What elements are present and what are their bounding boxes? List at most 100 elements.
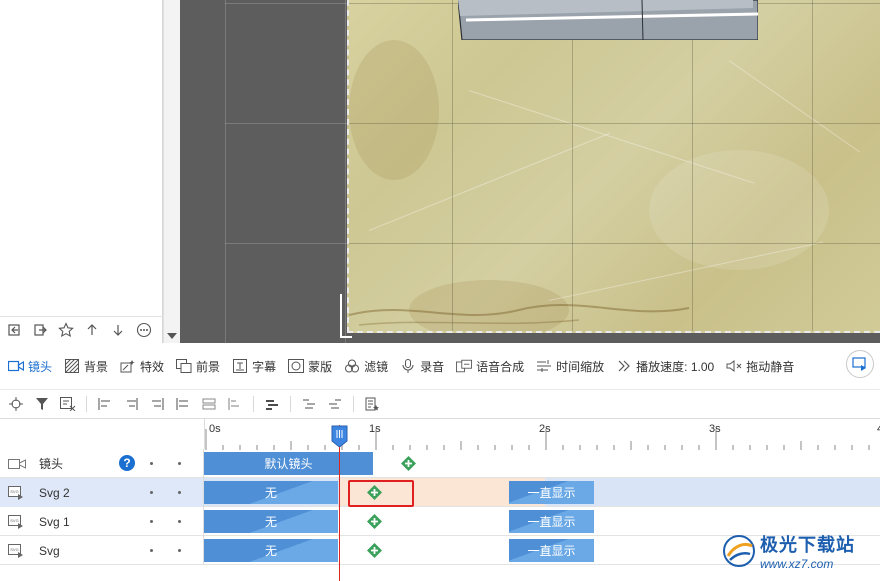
panel-scrollbar[interactable] (163, 0, 180, 343)
star-icon[interactable] (56, 320, 76, 340)
properties-icon[interactable] (362, 394, 382, 414)
lock-dot[interactable] (178, 462, 181, 465)
clip-label: 无 (264, 515, 277, 529)
track-row-camera[interactable]: 镜头 ? 默认镜头 (0, 449, 880, 478)
lock-dot[interactable] (178, 520, 181, 523)
track-header: SVG Svg (0, 536, 204, 565)
always-show-clip[interactable]: 一直显示 (509, 539, 594, 562)
visibility-dot[interactable] (150, 491, 153, 494)
align-start-icon[interactable] (173, 394, 193, 414)
playhead-handle[interactable] (331, 425, 348, 447)
arrow-up-icon[interactable] (82, 320, 102, 340)
tab-camera[interactable]: 镜头 (8, 358, 52, 375)
svg-shape-object[interactable] (458, 0, 758, 40)
default-camera-clip[interactable]: 默认镜头 (204, 452, 373, 475)
tab-foreground[interactable]: 前景 (176, 358, 220, 375)
align-left-icon[interactable] (95, 394, 115, 414)
enter-animation-clip[interactable]: 无 (204, 481, 338, 504)
tab-effects[interactable]: 特效 (120, 358, 164, 375)
add-keyframe-icon[interactable] (367, 543, 382, 558)
track-header: SVG Svg 1 (0, 507, 204, 536)
preview-icon (852, 357, 866, 371)
track-name: Svg 1 (39, 514, 70, 529)
stack-icon[interactable] (262, 394, 282, 414)
toolbar-separator (253, 396, 254, 412)
tab-subtitle[interactable]: 字幕 (232, 358, 276, 375)
import-icon[interactable] (4, 320, 24, 340)
scroll-down-arrow-icon[interactable] (167, 333, 177, 339)
move-up-layer-icon[interactable] (299, 394, 319, 414)
export-icon[interactable] (30, 320, 50, 340)
clip-label: 无 (264, 486, 277, 500)
tab-label: 背景 (84, 359, 109, 374)
tab-background[interactable]: 背景 (64, 358, 108, 375)
move-down-layer-icon[interactable] (325, 394, 345, 414)
align-center-icon[interactable] (121, 394, 141, 414)
add-keyframe-icon[interactable] (367, 514, 382, 529)
visibility-dot[interactable] (150, 549, 153, 552)
svg-text:?: ? (123, 456, 130, 470)
tab-speech-synthesis[interactable]: 语音合成 (456, 358, 524, 375)
watermark-url: www.xz7.com (760, 557, 834, 571)
arrow-down-icon[interactable] (108, 320, 128, 340)
tab-label: 时间缩放 (556, 359, 605, 374)
align-right-icon[interactable] (147, 394, 167, 414)
microphone-icon (400, 359, 416, 373)
tab-record[interactable]: 录音 (400, 358, 444, 375)
grid-line (345, 0, 346, 343)
toolbar-separator (353, 396, 354, 412)
speech-synthesis-icon (456, 359, 473, 373)
track-header: SVG Svg 2 (0, 478, 204, 507)
time-ruler[interactable]: 0s 1s 2s 3s 4 (204, 418, 880, 450)
clip-label: 一直显示 (527, 486, 576, 500)
canvas-area[interactable] (180, 0, 880, 343)
tab-label: 语音合成 (476, 359, 525, 374)
mute-icon (726, 359, 742, 373)
preview-button[interactable] (846, 350, 874, 378)
aurora-logo-icon (723, 535, 755, 567)
tab-label: 镜头 (28, 359, 53, 374)
ruler-ticks (205, 429, 870, 450)
clear-filter-icon[interactable] (58, 394, 78, 414)
clip-label: 无 (264, 544, 277, 558)
tab-mask[interactable]: 蒙版 (288, 358, 332, 375)
tab-label: 拖动静音 (746, 359, 795, 374)
track-row-svg2[interactable]: SVG Svg 2 无 一直显示 (0, 478, 880, 507)
svg-text:SVG: SVG (10, 489, 18, 494)
tab-label: 特效 (140, 359, 165, 374)
lock-dot[interactable] (178, 549, 181, 552)
play-speed-label: 播放速度: 1.00 (636, 359, 715, 374)
play-speed-control[interactable]: 播放速度: 1.00 (616, 358, 714, 375)
paper-stain (349, 40, 439, 180)
panel-toolbar (0, 316, 163, 343)
always-show-clip[interactable]: 一直显示 (509, 481, 594, 504)
effects-icon (120, 359, 136, 373)
always-show-clip[interactable]: 一直显示 (509, 510, 594, 533)
enter-animation-clip[interactable]: 无 (204, 539, 338, 562)
track-header: 镜头 ? (0, 449, 204, 478)
add-keyframe-icon[interactable] (401, 456, 416, 471)
drag-mute-toggle[interactable]: 拖动静音 (726, 358, 794, 375)
distribute-icon[interactable] (199, 394, 219, 414)
tab-filter[interactable]: 滤镜 (344, 358, 388, 375)
paper-stain (649, 150, 829, 270)
visibility-dot[interactable] (150, 520, 153, 523)
timeline-toolbar (0, 389, 880, 418)
more-icon[interactable] (134, 320, 154, 340)
camera-icon (8, 359, 24, 373)
tab-label: 录音 (420, 359, 445, 374)
svg-icon: SVG (8, 543, 30, 558)
tab-time-scale[interactable]: 时间缩放 (536, 358, 604, 375)
help-icon[interactable]: ? (118, 454, 136, 475)
filter-icon (344, 359, 360, 373)
tab-label: 滤镜 (364, 359, 389, 374)
distribute-spacing-icon[interactable] (225, 394, 245, 414)
visibility-dot[interactable] (150, 462, 153, 465)
filter-funnel-icon[interactable] (32, 394, 52, 414)
time-scale-icon (536, 359, 552, 373)
toolbar-separator (290, 396, 291, 412)
lock-dot[interactable] (178, 491, 181, 494)
enter-animation-clip[interactable]: 无 (204, 510, 338, 533)
locate-icon[interactable] (6, 394, 26, 414)
stage-background[interactable] (347, 0, 880, 333)
